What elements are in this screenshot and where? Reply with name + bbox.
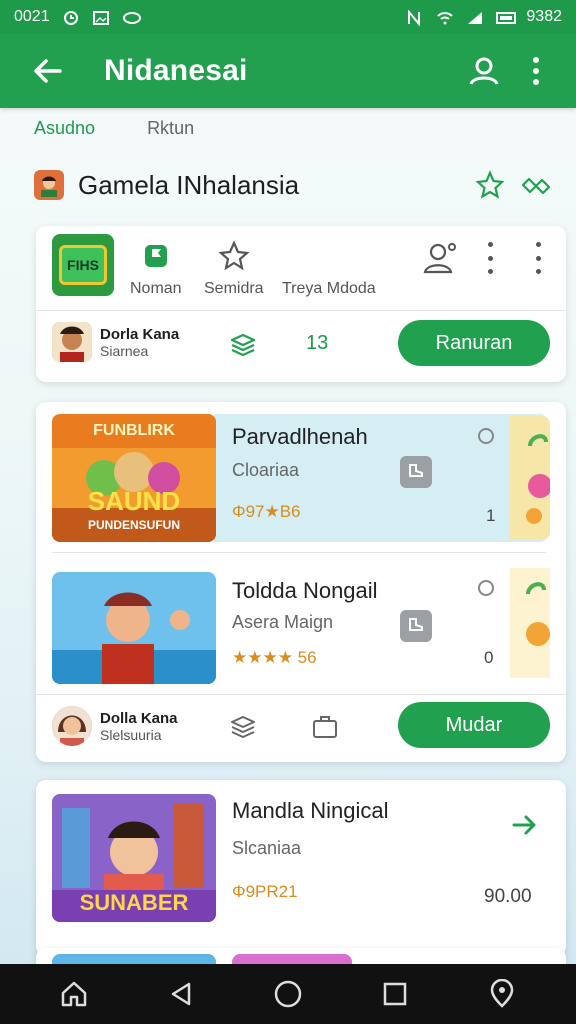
home-icon[interactable] [52,972,96,1016]
status-time: 0021 [14,8,50,25]
image-icon [92,10,110,25]
thumb-sub: PUNDENSUFUN [87,518,180,532]
side-number: 0 [484,648,494,667]
game-thumbnail[interactable] [52,572,216,684]
more-vert-icon[interactable] [514,49,558,93]
avatar [34,170,64,200]
battery-text: 9382 [526,8,562,25]
quick-action-noman[interactable]: Noman [130,238,182,298]
radio-button[interactable] [478,580,494,596]
game-list-card: FUNBLIRK SAUND PUNDENSUFUN Parvadlhenah … [36,402,566,762]
home-circle-icon[interactable] [266,972,310,1016]
preview-strip [510,568,550,678]
thumb-main: SAUND [87,486,181,516]
featured-card: SUNABER Mandla Ningical Slcaniaa Φ9PR21 … [36,780,566,956]
avatar [52,322,92,362]
user-subtitle: Siarnea [100,342,149,359]
summary-card: FIHS Noman Semidra Treya Mdoda Dorla Kan… [36,226,566,382]
wifi-icon [436,10,454,25]
signal-icon [466,10,484,24]
page-title: Nidanesai [104,54,248,87]
section-header: Gamela INhalansia [34,166,554,204]
back-arrow-icon[interactable] [26,49,70,93]
app-logo-text: FIHS [59,245,107,285]
game-thumbnail[interactable]: SUNABER [52,794,216,922]
game-subtitle: Asera Maign [232,612,334,632]
star-icon [216,238,252,274]
count-value: 13 [306,332,329,354]
game-subtitle: Slcaniaa [232,838,302,858]
alarm-icon [62,10,80,25]
section-title: Gamela INhalansia [78,169,300,200]
game-title[interactable]: Parvadlhenah [232,424,368,450]
shoe-icon[interactable] [400,456,432,488]
quick-action-label: Treya Mdoda [282,280,376,297]
recents-icon[interactable] [373,972,417,1016]
quick-action-label: Noman [130,280,182,297]
game-rating: Φ9PR21 [232,882,298,901]
radio-button[interactable] [478,428,494,444]
thumb-title: FUNBLIRK [93,422,175,439]
more-vert-icon[interactable] [528,238,548,278]
handshake-icon[interactable] [518,167,554,203]
back-icon[interactable] [159,972,203,1016]
quick-action-semidra[interactable]: Semidra [204,238,264,298]
tab-asudno[interactable]: Asudno [34,118,95,152]
star-outline-icon[interactable] [472,167,508,203]
layers-icon[interactable] [228,712,258,742]
divider [52,552,546,553]
cloud-icon [122,10,141,24]
tab-rktun[interactable]: Rktun [147,118,194,152]
user-row[interactable]: Dolla Kana Slelsuuria [52,706,178,746]
game-rating: Φ97★B6 [232,502,301,521]
primary-action-button[interactable]: Ranuran [398,320,550,366]
user-subtitle: Slelsuuria [100,726,162,743]
quick-action-label: Semidra [204,280,264,297]
briefcase-icon[interactable] [310,712,340,742]
location-icon[interactable] [480,972,524,1016]
app-logo[interactable]: FIHS [52,234,114,296]
battery-icon [496,10,517,24]
navigation-bar [0,964,576,1024]
secondary-action-button[interactable]: Mudar [398,702,550,748]
avatar [52,706,92,746]
user-row[interactable]: Dorla Kana Siarnea [52,322,179,362]
user-name: Dolla Kana [100,709,178,727]
divider [36,310,566,311]
game-subtitle: Cloariaa [232,460,300,480]
status-bar: 0021 9382 [0,0,576,34]
game-title[interactable]: Toldda Nongail [232,578,378,604]
game-thumbnail[interactable]: FUNBLIRK SAUND PUNDENSUFUN [52,414,216,542]
side-number: 1 [486,506,496,525]
price: 90.00 [484,886,532,907]
layers-icon[interactable] [228,330,258,360]
person-add-icon[interactable] [420,238,460,278]
more-vert-icon[interactable] [480,238,500,278]
tab-bar: Asudno Rktun [0,118,576,152]
game-rating: ★★★★ 56 [232,648,317,667]
shoe-icon[interactable] [400,610,432,642]
quick-action-treya[interactable]: Treya Mdoda [282,280,376,298]
preview-strip [510,416,552,540]
divider [36,694,566,695]
nfc-icon [406,9,424,27]
app-bar: Nidanesai [0,34,576,108]
game-title[interactable]: Mandla Ningical [232,798,389,824]
flag-icon [138,238,174,274]
user-name: Dorla Kana [100,325,180,343]
thumb-title: SUNABER [79,890,189,915]
user-icon[interactable] [462,49,506,93]
arrow-right-icon[interactable] [510,810,540,840]
